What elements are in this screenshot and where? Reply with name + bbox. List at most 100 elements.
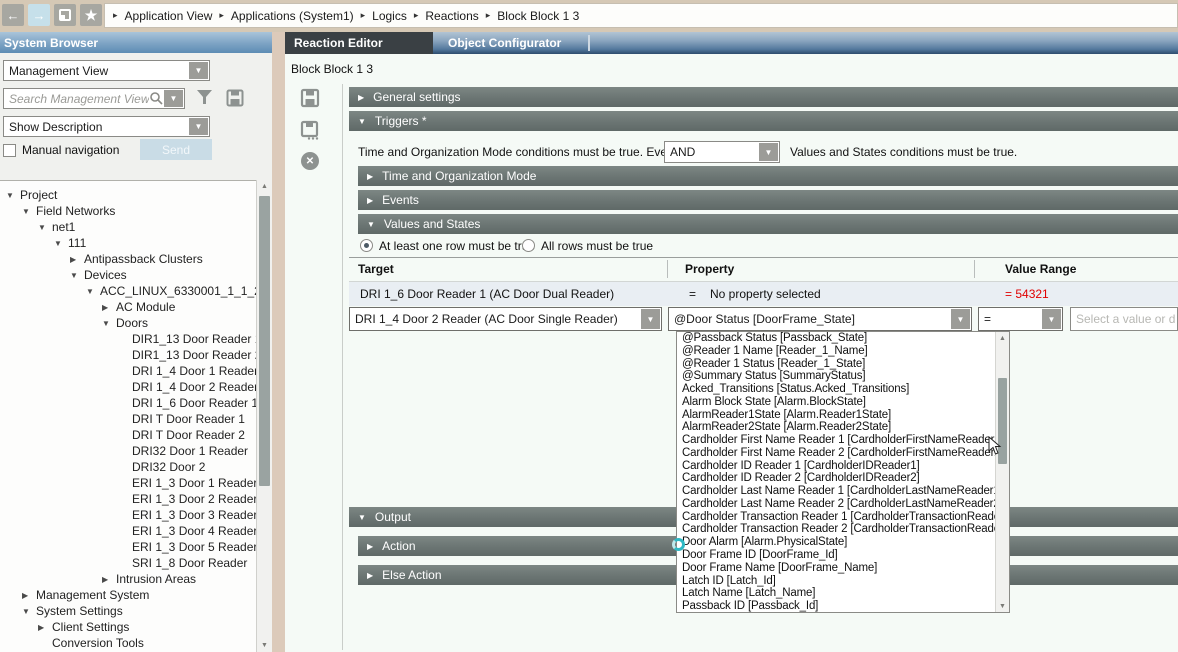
tree-item[interactable]: DIR1_13 Door Reader 2: [0, 347, 256, 363]
tree-scrollbar[interactable]: ▲ ▼: [256, 180, 272, 652]
tree-item[interactable]: ▶Client Settings: [0, 619, 256, 635]
property-option[interactable]: Door Alarm [Alarm.PhysicalState]: [677, 536, 996, 549]
tree-item[interactable]: ERI 1_3 Door 3 Reader 1: [0, 507, 256, 523]
search-options-icon[interactable]: ▼: [164, 90, 183, 107]
scroll-down-icon[interactable]: ▼: [996, 600, 1009, 612]
property-option[interactable]: Cardholder First Name Reader 2 [Cardhold…: [677, 447, 996, 460]
property-option[interactable]: @Reader 1 Status [Reader_1_State]: [677, 358, 996, 371]
chevron-down-icon[interactable]: ▼: [189, 62, 208, 79]
expand-icon[interactable]: ▶: [22, 591, 36, 600]
property-option[interactable]: Cardholder ID Reader 1 [CardholderIDRead…: [677, 460, 996, 473]
collapse-icon[interactable]: ▼: [70, 271, 84, 280]
column-header-value-range[interactable]: Value Range: [1005, 262, 1076, 276]
favorites-button[interactable]: ★: [80, 4, 102, 26]
edit-target-select[interactable]: DRI 1_4 Door 2 Reader (AC Door Single Re…: [349, 307, 662, 331]
manual-navigation-checkbox[interactable]: [3, 144, 16, 157]
property-option[interactable]: @Reader 1 Name [Reader_1_Name]: [677, 345, 996, 358]
tree-item[interactable]: ▼net1: [0, 219, 256, 235]
radio-at-least-one-row[interactable]: [360, 239, 373, 252]
chevron-down-icon[interactable]: ▼: [759, 143, 778, 161]
section-values-states[interactable]: ▼Values and States: [358, 214, 1178, 234]
expand-icon[interactable]: ▶: [70, 255, 84, 264]
edit-property-select[interactable]: @Door Status [DoorFrame_State] ▼: [668, 307, 972, 331]
events-operator-select[interactable]: AND ▼: [664, 141, 780, 163]
tab-object-configurator[interactable]: Object Configurator: [448, 32, 561, 54]
section-events[interactable]: ▶Events: [358, 190, 1178, 210]
tree-item[interactable]: ERI 1_3 Door 2 Reader: [0, 491, 256, 507]
property-option[interactable]: Cardholder Transaction Reader 1 [Cardhol…: [677, 511, 996, 524]
property-option[interactable]: Latch ID [Latch_Id]: [677, 575, 996, 588]
tree-item[interactable]: DRI32 Door 1 Reader: [0, 443, 256, 459]
expand-icon[interactable]: ▶: [38, 623, 52, 632]
tree-item[interactable]: ▼System Settings: [0, 603, 256, 619]
scroll-up-icon[interactable]: ▲: [996, 332, 1009, 344]
tree-item[interactable]: ▼Field Networks: [0, 203, 256, 219]
tree-item[interactable]: ▶Intrusion Areas: [0, 571, 256, 587]
send-button[interactable]: Send: [140, 139, 212, 160]
popup-scrollbar[interactable]: ▲ ▼: [995, 332, 1009, 612]
property-option[interactable]: Door Frame Name [DoorFrame_Name]: [677, 562, 996, 575]
collapse-icon[interactable]: ▼: [6, 191, 20, 200]
filter-icon[interactable]: [196, 89, 213, 107]
collapse-icon[interactable]: ▼: [38, 223, 52, 232]
edit-value-input[interactable]: [1070, 307, 1178, 331]
table-row[interactable]: DRI 1_6 Door Reader 1 (AC Door Dual Read…: [349, 282, 1178, 306]
scroll-down-icon[interactable]: ▼: [257, 639, 272, 652]
chevron-down-icon[interactable]: ▼: [951, 309, 970, 329]
collapse-icon[interactable]: ▼: [86, 287, 100, 296]
tree-item[interactable]: SRI 1_8 Door Reader: [0, 555, 256, 571]
description-selector[interactable]: Show Description ▼: [3, 116, 210, 137]
tree-item[interactable]: DRI32 Door 2: [0, 459, 256, 475]
breadcrumb-item[interactable]: Block Block 1 3: [497, 9, 579, 23]
save-search-icon[interactable]: [226, 89, 244, 107]
property-option[interactable]: Cardholder First Name Reader 1 [Cardhold…: [677, 434, 996, 447]
tree-item[interactable]: Conversion Tools: [0, 635, 256, 651]
tree-item[interactable]: ▼Doors: [0, 315, 256, 331]
tab-reaction-editor[interactable]: Reaction Editor: [285, 32, 433, 54]
scrollbar-thumb[interactable]: [259, 196, 270, 486]
tree-item[interactable]: ERI 1_3 Door 5 Reader 1: [0, 539, 256, 555]
save-as-icon[interactable]: [300, 120, 320, 140]
tree-item[interactable]: DIR1_13 Door Reader 1: [0, 331, 256, 347]
property-option[interactable]: Passback ID [Passback_Id]: [677, 600, 996, 613]
property-option[interactable]: Cardholder Last Name Reader 1 [Cardholde…: [677, 485, 996, 498]
tree-item[interactable]: DRI 1_4 Door 2 Reader: [0, 379, 256, 395]
property-option[interactable]: AlarmReader1State [Alarm.Reader1State]: [677, 409, 996, 422]
section-time-org-mode[interactable]: ▶Time and Organization Mode: [358, 166, 1178, 186]
view-selector[interactable]: Management View ▼: [3, 60, 210, 81]
expand-icon[interactable]: ▶: [102, 575, 116, 584]
chevron-down-icon[interactable]: ▼: [1042, 309, 1061, 329]
property-option[interactable]: Acked_Transitions [Status.Acked_Transiti…: [677, 383, 996, 396]
column-header-target[interactable]: Target: [358, 262, 394, 276]
property-option[interactable]: Alarm Block State [Alarm.BlockState]: [677, 396, 996, 409]
breadcrumb-item[interactable]: Applications (System1): [231, 9, 354, 23]
collapse-icon[interactable]: ▼: [54, 239, 68, 248]
scroll-up-icon[interactable]: ▲: [257, 180, 272, 193]
section-triggers[interactable]: ▼Triggers *: [349, 111, 1178, 131]
breadcrumb-item[interactable]: Reactions: [425, 9, 478, 23]
breadcrumb-item[interactable]: Application View: [125, 9, 213, 23]
tree-item[interactable]: ▶AC Module: [0, 299, 256, 315]
tree-item[interactable]: ▶Antipassback Clusters: [0, 251, 256, 267]
radio-all-rows[interactable]: [522, 239, 535, 252]
property-option[interactable]: @Summary Status [SummaryStatus]: [677, 370, 996, 383]
tree-item[interactable]: DRI T Door Reader 1: [0, 411, 256, 427]
property-option[interactable]: AlarmReader2State [Alarm.Reader2State]: [677, 421, 996, 434]
panel-splitter[interactable]: [272, 32, 285, 652]
expand-icon[interactable]: ▶: [102, 303, 116, 312]
tree-item[interactable]: DRI 1_4 Door 1 Reader: [0, 363, 256, 379]
chevron-down-icon[interactable]: ▼: [641, 309, 660, 329]
property-option[interactable]: @Passback Status [Passback_State]: [677, 332, 996, 345]
breadcrumb-item[interactable]: Logics: [372, 9, 407, 23]
property-option[interactable]: Cardholder Last Name Reader 2 [Cardholde…: [677, 498, 996, 511]
column-header-property[interactable]: Property: [685, 262, 734, 276]
tree-item[interactable]: ▼Project: [0, 187, 256, 203]
tree-item[interactable]: DRI T Door Reader 2: [0, 427, 256, 443]
back-button[interactable]: ←: [2, 4, 24, 26]
forward-button[interactable]: →: [28, 4, 50, 26]
collapse-icon[interactable]: ▼: [22, 607, 36, 616]
save-icon[interactable]: [300, 88, 320, 108]
tree-item[interactable]: ERI 1_3 Door 4 Reader 1: [0, 523, 256, 539]
property-option[interactable]: Latch Name [Latch_Name]: [677, 587, 996, 600]
chevron-down-icon[interactable]: ▼: [189, 118, 208, 135]
